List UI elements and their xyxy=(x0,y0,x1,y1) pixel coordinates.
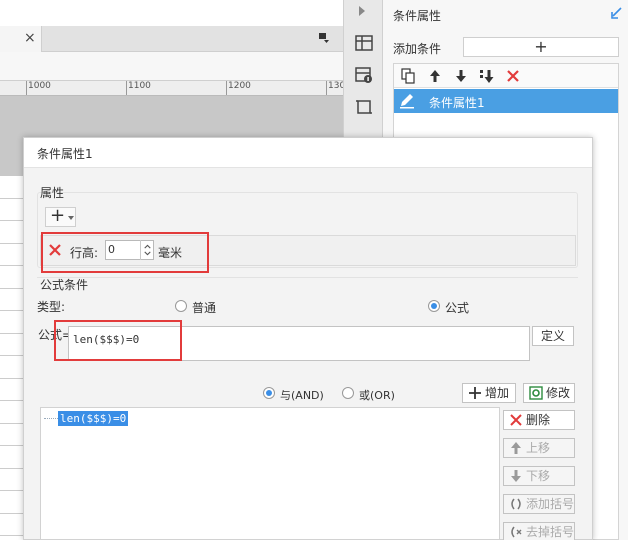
move-up-label: 上移 xyxy=(526,441,551,455)
condition-list-toolbar xyxy=(394,64,618,88)
editor-toolbar-area xyxy=(0,52,343,82)
attributes-section-label: 属性 xyxy=(40,186,65,200)
tab-dropdown-icon[interactable] xyxy=(318,32,330,44)
expand-arrow-icon[interactable] xyxy=(359,6,365,16)
highlight-box xyxy=(41,232,209,273)
sheet-row-headers xyxy=(0,176,24,540)
tab-close-icon[interactable]: × xyxy=(24,30,36,46)
crop-frame-icon[interactable] xyxy=(355,98,373,116)
ruler-label: 1000 xyxy=(28,81,51,91)
add-condition-button[interactable]: + xyxy=(463,37,619,57)
arrow-up-icon xyxy=(511,442,521,454)
condition-item-label: 条件属性1 xyxy=(429,96,485,110)
editor-tab-bar xyxy=(0,26,343,52)
logic-option-and: 与(AND) xyxy=(280,389,324,402)
condition-list-item-selected[interactable] xyxy=(394,89,618,113)
tree-connector xyxy=(44,418,58,419)
move-down-button[interactable]: 下移 xyxy=(503,466,575,486)
collapse-panel-icon[interactable] xyxy=(610,6,624,20)
info-grid-icon[interactable] xyxy=(355,66,373,84)
delete-button-label: 删除 xyxy=(526,413,551,427)
logic-radio-or[interactable] xyxy=(342,387,354,399)
condition-tree-item[interactable]: len($$$)=0 xyxy=(58,411,129,426)
type-radio-normal[interactable] xyxy=(175,300,187,312)
highlight-box xyxy=(54,320,182,361)
type-option-normal: 普通 xyxy=(192,301,217,315)
arrow-down-icon xyxy=(511,470,521,482)
add-condition-formula-button[interactable]: 增加 xyxy=(462,383,516,403)
horizontal-ruler: 1000 1100 1200 130 xyxy=(0,80,345,96)
ruler-label: 1200 xyxy=(228,81,251,91)
plus-icon xyxy=(469,387,481,399)
ruler-label: 1100 xyxy=(128,81,151,91)
cell-attribute-icon[interactable] xyxy=(355,34,373,52)
logic-radio-and[interactable] xyxy=(263,387,275,399)
define-button[interactable]: 定义 xyxy=(532,326,574,346)
add-condition-label: 添加条件 xyxy=(393,42,442,56)
remove-bracket-button[interactable]: 去掉括号 xyxy=(503,522,575,540)
panel-title: 条件属性 xyxy=(393,9,442,23)
move-down-label: 下移 xyxy=(526,469,551,483)
copy-icon[interactable] xyxy=(400,68,416,84)
delete-icon xyxy=(510,414,522,426)
edit-pencil-icon xyxy=(400,94,414,109)
dialog-header xyxy=(24,138,592,168)
type-radio-formula[interactable] xyxy=(428,300,440,312)
type-label: 类型: xyxy=(37,300,66,314)
add-attribute-label: + xyxy=(50,205,66,226)
move-bottom-icon[interactable] xyxy=(479,68,495,84)
modify-condition-button[interactable]: 修改 xyxy=(523,383,575,403)
move-down-icon[interactable] xyxy=(453,68,469,84)
remove-bracket-icon xyxy=(511,526,522,538)
modify-button-label: 修改 xyxy=(546,386,571,400)
delete-condition-button[interactable]: 删除 xyxy=(503,410,575,430)
move-up-button[interactable]: 上移 xyxy=(503,438,575,458)
condition-tree-list xyxy=(40,407,500,540)
logic-option-or: 或(OR) xyxy=(359,389,395,402)
type-option-formula: 公式 xyxy=(445,301,470,315)
delete-icon[interactable] xyxy=(505,68,521,84)
modify-icon xyxy=(529,386,543,400)
add-button-label: 增加 xyxy=(485,386,510,400)
add-attribute-dropdown[interactable]: + xyxy=(45,205,76,227)
bracket-icon xyxy=(511,498,521,510)
formula-condition-label: 公式条件 xyxy=(40,278,89,292)
add-bracket-label: 添加括号 xyxy=(526,497,575,511)
remove-bracket-label: 去掉括号 xyxy=(526,525,575,539)
move-up-icon[interactable] xyxy=(427,68,443,84)
dialog-title: 条件属性1 xyxy=(37,147,93,161)
add-bracket-button[interactable]: 添加括号 xyxy=(503,494,575,514)
dropdown-arrow-icon xyxy=(68,216,74,220)
